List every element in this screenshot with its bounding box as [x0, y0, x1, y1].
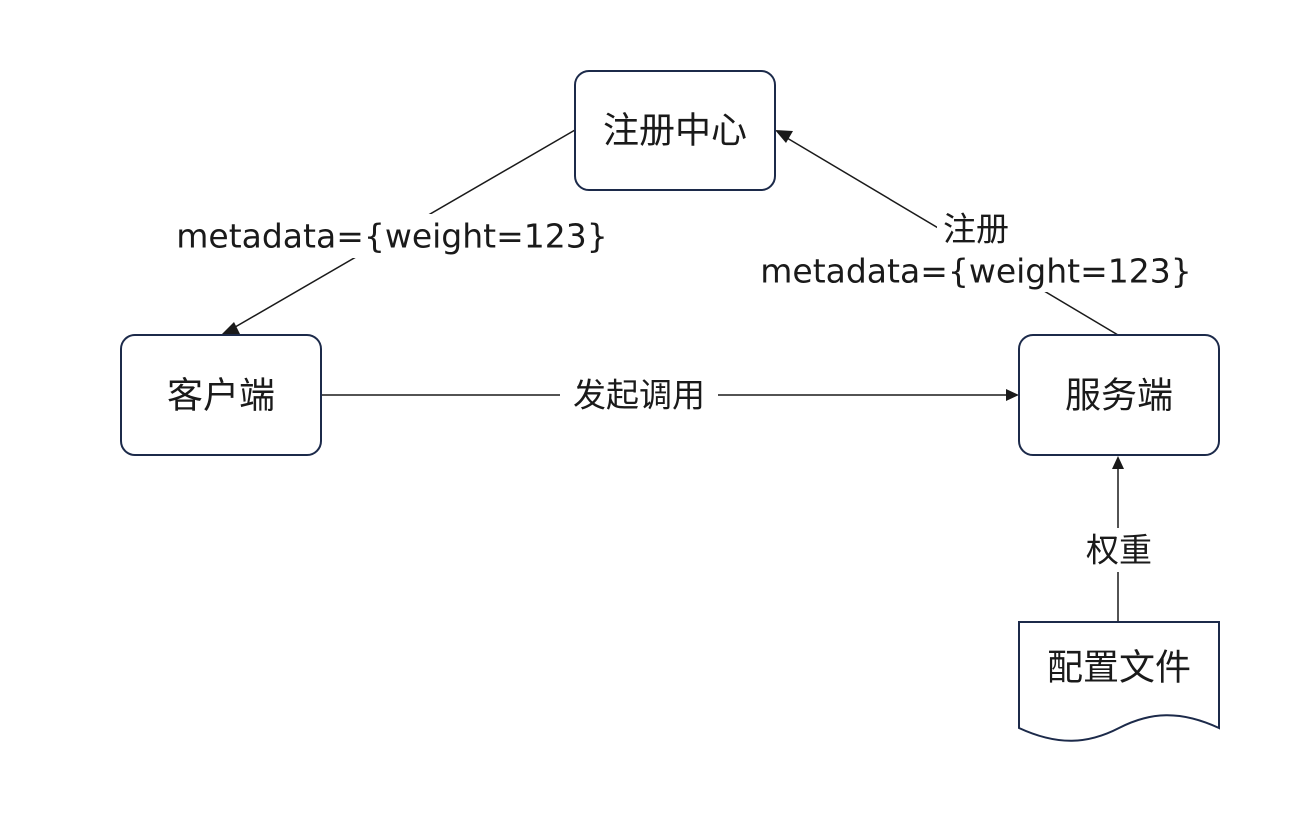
edge-label-server-to-registry: 注册 metadata={weight=123}	[760, 207, 1192, 292]
edge-label-client-to-server: 发起调用	[560, 373, 718, 417]
node-client[interactable]: 客户端	[120, 334, 322, 456]
arrowhead-to-server-bottom	[1112, 456, 1124, 469]
edge-label-register: 注册	[943, 210, 1009, 249]
edge-label-invoke: 发起调用	[573, 376, 705, 415]
node-registry-label: 注册中心	[603, 111, 747, 152]
arrowhead-to-registry	[775, 130, 793, 143]
arrowhead-to-server	[1006, 389, 1019, 401]
node-registry[interactable]: 注册中心	[574, 70, 776, 191]
node-server[interactable]: 服务端	[1018, 334, 1220, 456]
arrowhead-to-client	[221, 322, 240, 335]
node-client-label: 客户端	[167, 376, 275, 417]
edge-label-registry-to-client: metadata={weight=123}	[176, 214, 608, 258]
edge-label-config-to-server: 权重	[1079, 528, 1159, 572]
node-config-file[interactable]: 配置文件	[1018, 621, 1220, 742]
node-config-file-label: 配置文件	[1047, 648, 1191, 689]
edge-label-metadata-left: metadata={weight=123}	[176, 217, 607, 256]
node-server-label: 服务端	[1065, 376, 1173, 417]
edge-label-weight: 权重	[1086, 531, 1152, 570]
edge-label-metadata-right: metadata={weight=123}	[760, 252, 1191, 291]
flow-diagram: 注册中心 客户端 服务端 配置文件 metadata={weight=123} …	[120, 70, 1220, 742]
